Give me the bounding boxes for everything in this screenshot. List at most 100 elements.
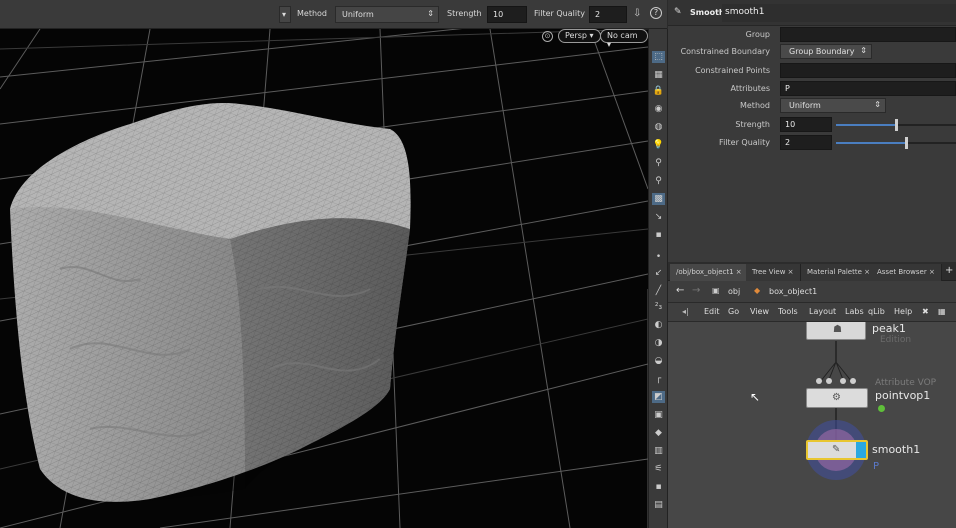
toolbar-method-label: Method xyxy=(297,9,328,18)
menu-qlib[interactable]: qLib xyxy=(868,307,885,316)
forward-arrow-icon[interactable]: → xyxy=(692,285,700,296)
filter-quality-slider-handle[interactable] xyxy=(904,137,908,149)
display-options-icon[interactable]: ◍ xyxy=(652,121,665,133)
constrained-points-field[interactable] xyxy=(780,63,956,78)
toolbar-filter-quality-field[interactable]: 2 xyxy=(589,6,627,23)
close-icon[interactable]: × xyxy=(862,268,870,276)
camera-menu[interactable]: No cam ▾ xyxy=(600,29,648,49)
wireframe-icon[interactable]: ▩ xyxy=(652,193,665,205)
filter-quality-slider-fill xyxy=(836,142,906,144)
view-tool-icon[interactable]: ▦ xyxy=(652,69,665,81)
peak-node[interactable]: ☗ xyxy=(806,322,866,340)
strength-slider[interactable] xyxy=(836,119,956,131)
input-connector[interactable] xyxy=(850,378,856,384)
tab-tree-view[interactable]: Tree View × xyxy=(746,264,801,281)
flat-shaded-icon[interactable]: ▣ xyxy=(652,409,665,421)
grid-toggle-icon[interactable]: ▪ xyxy=(652,229,665,241)
menu-go[interactable]: Go xyxy=(728,307,739,316)
toolbar-strength-field[interactable]: 10 xyxy=(487,6,527,23)
input-connector[interactable] xyxy=(816,378,822,384)
visibility-icon[interactable]: ◐ xyxy=(652,319,665,331)
grid-icon[interactable]: ▦ xyxy=(938,307,946,316)
viewport-operation-toolbar: ▾ Method Uniform ⇕ Strength 10 Filter Qu… xyxy=(0,0,667,29)
vertex-numbers-icon[interactable]: ²₃ xyxy=(652,301,665,313)
constrained-boundary-dropdown[interactable]: Group Boundary ⇕ xyxy=(780,44,872,59)
path-root[interactable]: obj xyxy=(728,287,740,296)
filter-quality-slider[interactable] xyxy=(836,137,956,149)
method-dropdown[interactable]: Uniform ⇕ xyxy=(780,98,886,113)
pointvop-node[interactable]: ⚙ xyxy=(806,388,868,408)
param-row-method: Method Uniform ⇕ xyxy=(668,98,956,114)
node-name-field[interactable]: smooth1 xyxy=(722,4,956,22)
pointvop-node-name[interactable]: pointvop1 xyxy=(875,389,930,402)
group-field[interactable] xyxy=(780,27,956,42)
camera-label: No cam xyxy=(607,31,638,40)
obj-context-icon: ▣ xyxy=(712,286,720,295)
network-canvas[interactable]: ☗ peak1 Edition ⚙ Attribute VOP pointvop… xyxy=(668,322,956,528)
smooth-shaded-icon[interactable]: ◩ xyxy=(652,391,665,403)
point-display-icon[interactable]: • xyxy=(652,251,665,263)
template-icon[interactable]: ◑ xyxy=(652,337,665,349)
shading-icon[interactable]: ◒ xyxy=(652,355,665,367)
peak-node-name[interactable]: peak1 xyxy=(872,322,906,335)
smooth-node-name[interactable]: smooth1 xyxy=(872,443,920,456)
lock-camera-icon[interactable]: 🔒 xyxy=(652,85,665,97)
tools-wrench-icon[interactable]: ✖ xyxy=(922,307,929,316)
node-type-label: Smooth xyxy=(690,8,725,17)
param-row-strength: Strength 10 xyxy=(668,117,956,133)
toolbar-menu-dropdown[interactable]: ▾ xyxy=(279,6,291,23)
light-link-icon[interactable]: ⚲ xyxy=(652,175,665,187)
edge-display-icon[interactable]: ╱ xyxy=(652,285,665,297)
updown-arrows-icon: ⇕ xyxy=(860,46,867,55)
ghost-icon[interactable]: ◉ xyxy=(652,103,665,115)
close-icon[interactable]: × xyxy=(734,268,742,276)
param-row-constrained-points: Constrained Points xyxy=(668,63,956,79)
toolbar-method-dropdown[interactable]: Uniform ⇕ xyxy=(335,6,439,23)
strength-slider-handle[interactable] xyxy=(895,119,898,131)
vop-node-icon: ⚙ xyxy=(832,392,841,403)
lock-icon[interactable]: ⊙ xyxy=(542,31,553,42)
input-connector[interactable] xyxy=(840,378,846,384)
pin-icon[interactable]: ⇩ xyxy=(633,8,641,19)
menu-layout[interactable]: Layout xyxy=(809,307,836,316)
smooth-node[interactable]: ✎ xyxy=(806,440,868,460)
menu-labs[interactable]: Labs xyxy=(845,307,864,316)
attributes-field[interactable]: P xyxy=(780,81,956,96)
toolbar-filter-quality-label: Filter Quality xyxy=(534,9,585,18)
hidden-line-icon[interactable]: ◆ xyxy=(652,427,665,439)
menu-edit[interactable]: Edit xyxy=(704,307,720,316)
back-arrow-icon[interactable]: ← xyxy=(676,285,684,296)
display-flag-icon[interactable] xyxy=(856,442,866,458)
uv-icon[interactable]: ▥ xyxy=(652,445,665,457)
chevron-down-icon: ▾ xyxy=(607,40,612,49)
scene-viewport[interactable]: ⊙ Persp ▾ No cam ▾ xyxy=(0,29,648,528)
light-icon[interactable]: 💡 xyxy=(652,139,665,151)
noisy-cube-mesh xyxy=(10,103,411,505)
render-icon[interactable]: ▤ xyxy=(652,499,665,511)
path-node[interactable]: box_object1 xyxy=(769,287,817,296)
collapse-icon[interactable]: ◂| xyxy=(682,307,689,316)
persp-menu[interactable]: Persp ▾ xyxy=(558,29,601,43)
strength-field[interactable]: 10 xyxy=(780,117,832,132)
tab-network[interactable]: /obj/box_object1 × xyxy=(670,264,749,281)
tab-material-palette[interactable]: Material Palette × xyxy=(801,264,877,281)
tab-asset-browser[interactable]: Asset Browser × xyxy=(871,264,942,281)
stats-icon[interactable]: ▪ xyxy=(652,481,665,493)
filter-quality-field[interactable]: 2 xyxy=(780,135,832,150)
menu-tools[interactable]: Tools xyxy=(778,307,798,316)
close-icon[interactable]: × xyxy=(927,268,935,276)
menu-help[interactable]: Help xyxy=(894,307,912,316)
headlight-icon[interactable]: ⚲ xyxy=(652,157,665,169)
input-connector[interactable] xyxy=(826,378,832,384)
select-tool-icon[interactable]: ⬚ xyxy=(652,51,665,63)
network-path-bar: ← → ▣ obj ◆ box_object1 xyxy=(668,281,956,303)
camera-icon[interactable]: ⚟ xyxy=(652,463,665,475)
help-icon[interactable]: ? xyxy=(650,7,662,19)
param-row-attributes: Attributes P xyxy=(668,81,956,97)
snap-icon[interactable]: ↘ xyxy=(652,211,665,223)
normal-display-icon[interactable]: ↙ xyxy=(652,267,665,279)
menu-view[interactable]: View xyxy=(750,307,769,316)
bounding-box-icon[interactable]: ┌ xyxy=(652,373,665,385)
add-tab-icon[interactable]: + xyxy=(945,265,953,276)
close-icon[interactable]: × xyxy=(785,268,794,276)
